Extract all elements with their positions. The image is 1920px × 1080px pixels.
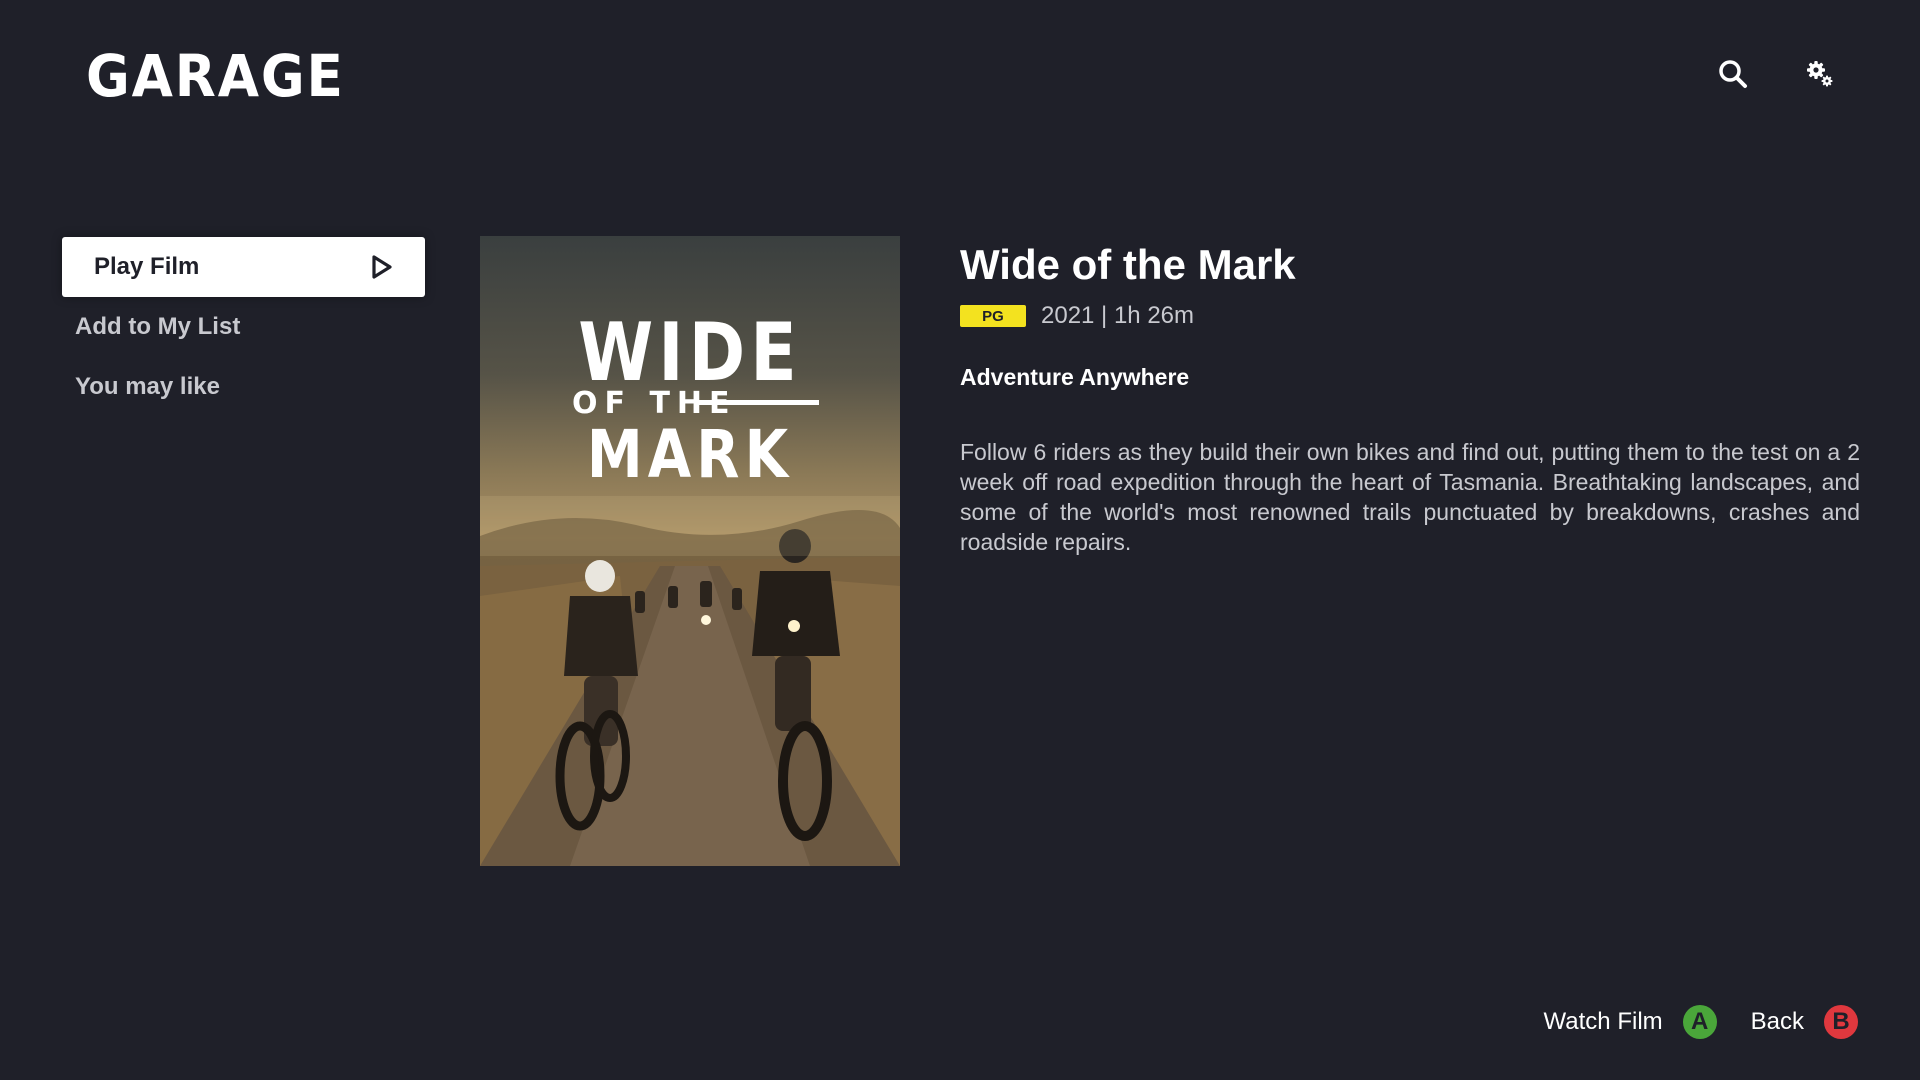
play-film-button[interactable]: Play Film	[62, 237, 425, 297]
film-title: Wide of the Mark	[960, 241, 1296, 288]
controller-hints: Watch Film A Back B	[1510, 1005, 1858, 1039]
a-button-icon: A	[1682, 1005, 1717, 1039]
add-to-my-list-label: Add to My List	[75, 313, 241, 340]
watch-film-label: Watch Film	[1543, 1008, 1663, 1035]
film-tagline: Adventure Anywhere	[960, 364, 1190, 391]
play-film-label: Play Film	[94, 253, 200, 280]
poster-title-line3: MARK	[586, 416, 794, 493]
film-synopsis: Follow 6 riders as they build their own …	[960, 439, 1860, 556]
rating-badge: PG	[960, 305, 1026, 328]
you-may-like-button[interactable]: You may like	[62, 357, 425, 417]
back-label: Back	[1750, 1008, 1804, 1035]
film-actions-menu: Play Film Add to My List You may like	[62, 237, 425, 417]
play-icon	[372, 255, 392, 279]
watch-film-hint[interactable]: Watch Film A	[1544, 1005, 1717, 1039]
you-may-like-label: You may like	[75, 373, 220, 400]
film-poster[interactable]: WIDE OF THE MARK	[480, 236, 900, 866]
search-icon[interactable]	[1711, 52, 1755, 96]
back-hint[interactable]: Back B	[1751, 1005, 1858, 1039]
gears-icon[interactable]	[1798, 52, 1842, 96]
film-detail-page: GARAGE Play Film Add to My List You may …	[0, 0, 1920, 1080]
poster-title-rule	[694, 400, 819, 405]
add-to-my-list-button[interactable]: Add to My List	[62, 297, 425, 357]
film-meta: PG 2021 | 1h 26m	[960, 302, 1860, 330]
year-duration: 2021 | 1h 26m	[1041, 302, 1195, 330]
film-details: Wide of the Mark PG 2021 | 1h 26m Advent…	[960, 240, 1860, 557]
app-logo: GARAGE	[86, 42, 345, 110]
b-button-icon: B	[1824, 1005, 1858, 1039]
